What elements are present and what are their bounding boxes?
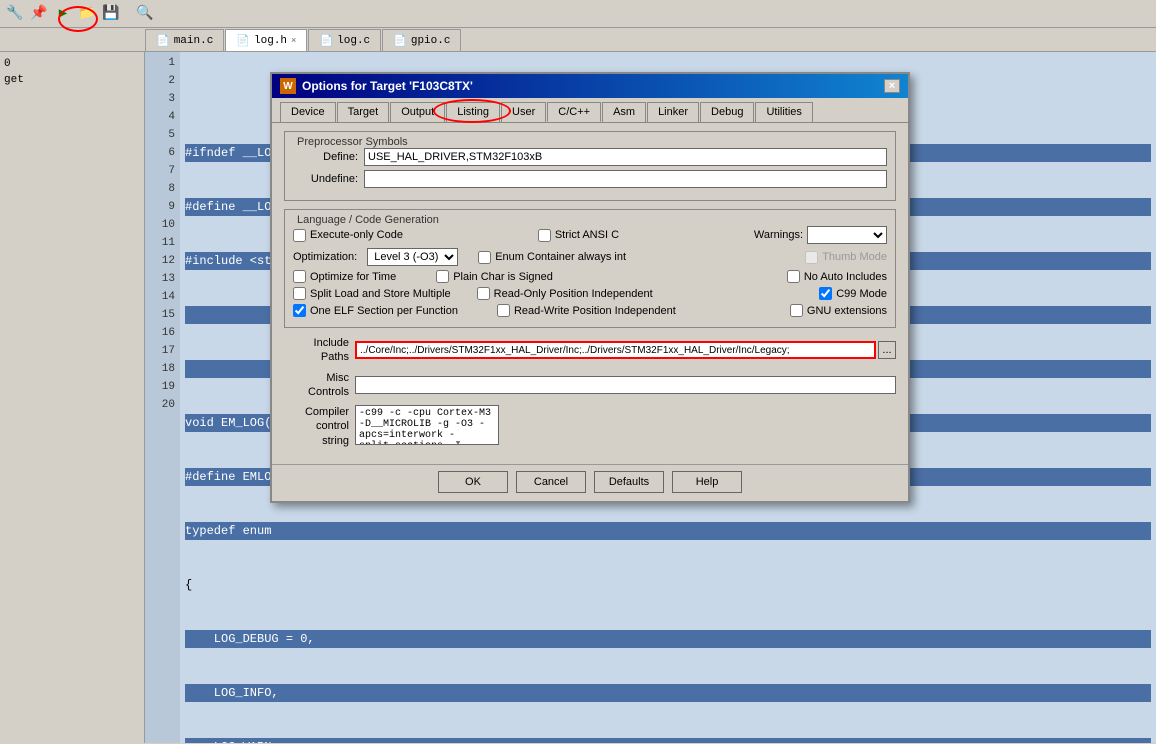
toolbar-icons: 🔧 📌 ▶ 📁 💾 🔍 <box>4 3 156 25</box>
tab-icon: 📄 <box>236 34 250 48</box>
main-area: 0 get 1 2 3 4 5 6 7 8 9 10 11 12 <box>0 52 1156 743</box>
opt-select[interactable]: Level 3 (-O3) <box>367 248 458 266</box>
define-row: Define: <box>293 148 887 166</box>
undefine-input[interactable] <box>364 170 887 188</box>
tab-label: main.c <box>174 35 214 47</box>
tab-bar: 📄 main.c 📄 log.h × 📄 log.c 📄 gpio.c <box>0 28 1156 52</box>
compiler-string-label: Compilercontrolstring <box>284 405 349 448</box>
undefine-row: Undefine: <box>293 170 887 188</box>
tab-asm[interactable]: Asm <box>602 102 646 122</box>
tab-target[interactable]: Target <box>337 102 390 122</box>
toolbar-btn-6[interactable]: 🔍 <box>134 3 156 25</box>
define-label: Define: <box>293 151 358 163</box>
warnings-select[interactable] <box>807 226 887 244</box>
tab-icon: 📄 <box>319 34 333 48</box>
no-auto-checkbox[interactable] <box>787 270 800 283</box>
dialog-buttons: OK Cancel Defaults Help <box>272 464 908 501</box>
defaults-button[interactable]: Defaults <box>594 471 664 493</box>
split-load-checkbox[interactable] <box>293 287 306 300</box>
execute-only-label: Execute-only Code <box>310 229 403 241</box>
line-numbers: 1 2 3 4 5 6 7 8 9 10 11 12 13 14 15 16 1 <box>145 52 180 743</box>
enum-container-label: Enum Container always int <box>495 251 626 263</box>
misc-controls-row: MiscControls <box>284 371 896 400</box>
help-button[interactable]: Help <box>672 471 742 493</box>
thumb-mode-label: Thumb Mode <box>822 251 887 263</box>
dialog-title-text: Options for Target 'F103C8TX' <box>302 79 473 93</box>
misc-controls-input[interactable] <box>355 376 896 394</box>
undefine-label: Undefine: <box>293 173 358 185</box>
toolbar-btn-4[interactable]: 📁 <box>76 3 98 25</box>
toolbar-btn-2[interactable]: 📌 <box>28 3 50 25</box>
tab-debug[interactable]: Debug <box>700 102 754 122</box>
dialog-icon: W <box>280 78 296 94</box>
opt-time-label: Optimize for Time <box>310 271 396 283</box>
tab-log-c[interactable]: 📄 log.c <box>308 29 381 51</box>
dialog-close-button[interactable]: × <box>884 79 900 93</box>
tab-icon: 📄 <box>156 34 170 48</box>
tab-listing[interactable]: Listing <box>446 102 500 122</box>
tab-utilities[interactable]: Utilities <box>755 102 812 122</box>
read-write-checkbox[interactable] <box>497 304 510 317</box>
dialog-body: Preprocessor Symbols Define: Undefine: L… <box>272 123 908 460</box>
c99-label: C99 Mode <box>836 288 887 300</box>
sidebar-item-get: get <box>0 72 144 88</box>
execute-only-checkbox[interactable] <box>293 229 306 242</box>
split-load-label: Split Load and Store Multiple <box>310 288 451 300</box>
toolbar-btn-5[interactable]: 💾 <box>100 3 122 25</box>
compiler-string-row: Compilercontrolstring -c99 -c -cpu Corte… <box>284 405 896 448</box>
tab-label: log.h <box>254 35 287 47</box>
strict-ansi-checkbox[interactable] <box>538 229 551 242</box>
warnings-label: Warnings: <box>754 229 803 241</box>
enum-container-checkbox[interactable] <box>478 251 491 264</box>
tab-label: gpio.c <box>411 35 451 47</box>
no-auto-label: No Auto Includes <box>804 271 887 283</box>
sidebar-item-0: 0 <box>0 56 144 72</box>
plain-char-label: Plain Char is Signed <box>453 271 553 283</box>
include-paths-row: IncludePaths ... <box>284 336 896 365</box>
compiler-string-textarea[interactable]: -c99 -c -cpu Cortex-M3 -D__MICROLIB -g -… <box>355 405 499 445</box>
ok-button[interactable]: OK <box>438 471 508 493</box>
tab-cpp[interactable]: C/C++ <box>547 102 601 122</box>
language-fieldset: Language / Code Generation Execute-only … <box>284 209 896 328</box>
tab-label: log.c <box>337 35 370 47</box>
gnu-ext-checkbox[interactable] <box>790 304 803 317</box>
opt-time-checkbox[interactable] <box>293 270 306 283</box>
thumb-mode-checkbox[interactable] <box>805 251 818 264</box>
c99-checkbox[interactable] <box>819 287 832 300</box>
preprocessor-legend: Preprocessor Symbols <box>293 136 887 148</box>
tab-linker[interactable]: Linker <box>647 102 699 122</box>
tab-icon: 📄 <box>393 34 407 48</box>
include-paths-label: IncludePaths <box>284 336 349 365</box>
tab-gpio-c[interactable]: 📄 gpio.c <box>382 29 461 51</box>
define-input[interactable] <box>364 148 887 166</box>
tab-main-c[interactable]: 📄 main.c <box>145 29 224 51</box>
strict-ansi-label: Strict ANSI C <box>555 229 619 241</box>
tab-log-h[interactable]: 📄 log.h × <box>225 29 307 51</box>
tab-device[interactable]: Device <box>280 102 336 122</box>
tab-user[interactable]: User <box>501 102 546 122</box>
tab-output[interactable]: Output <box>390 102 445 122</box>
options-dialog[interactable]: W Options for Target 'F103C8TX' × Device… <box>270 72 910 503</box>
include-paths-input[interactable] <box>355 341 876 359</box>
one-elf-label: One ELF Section per Function <box>310 305 458 317</box>
sidebar: 0 get <box>0 52 145 743</box>
read-only-checkbox[interactable] <box>477 287 490 300</box>
toolbar-btn-3[interactable]: ▶ <box>52 3 74 25</box>
misc-controls-label: MiscControls <box>284 371 349 400</box>
plain-char-checkbox[interactable] <box>436 270 449 283</box>
gnu-ext-label: GNU extensions <box>807 305 887 317</box>
read-write-label: Read-Write Position Independent <box>514 305 676 317</box>
read-only-label: Read-Only Position Independent <box>494 288 653 300</box>
language-legend: Language / Code Generation <box>293 214 887 226</box>
toolbar-btn-1[interactable]: 🔧 <box>4 3 26 25</box>
toolbar: 🔧 📌 ▶ 📁 💾 🔍 <box>0 0 1156 28</box>
dialog-tabs: Device Target Output Listing User C/C++ … <box>272 98 908 123</box>
cancel-button[interactable]: Cancel <box>516 471 586 493</box>
dialog-title: W Options for Target 'F103C8TX' × <box>272 74 908 98</box>
include-paths-browse[interactable]: ... <box>878 341 896 359</box>
tab-close[interactable]: × <box>291 36 296 46</box>
preprocessor-fieldset: Preprocessor Symbols Define: Undefine: <box>284 131 896 201</box>
opt-label: Optimization: <box>293 251 357 263</box>
one-elf-checkbox[interactable] <box>293 304 306 317</box>
